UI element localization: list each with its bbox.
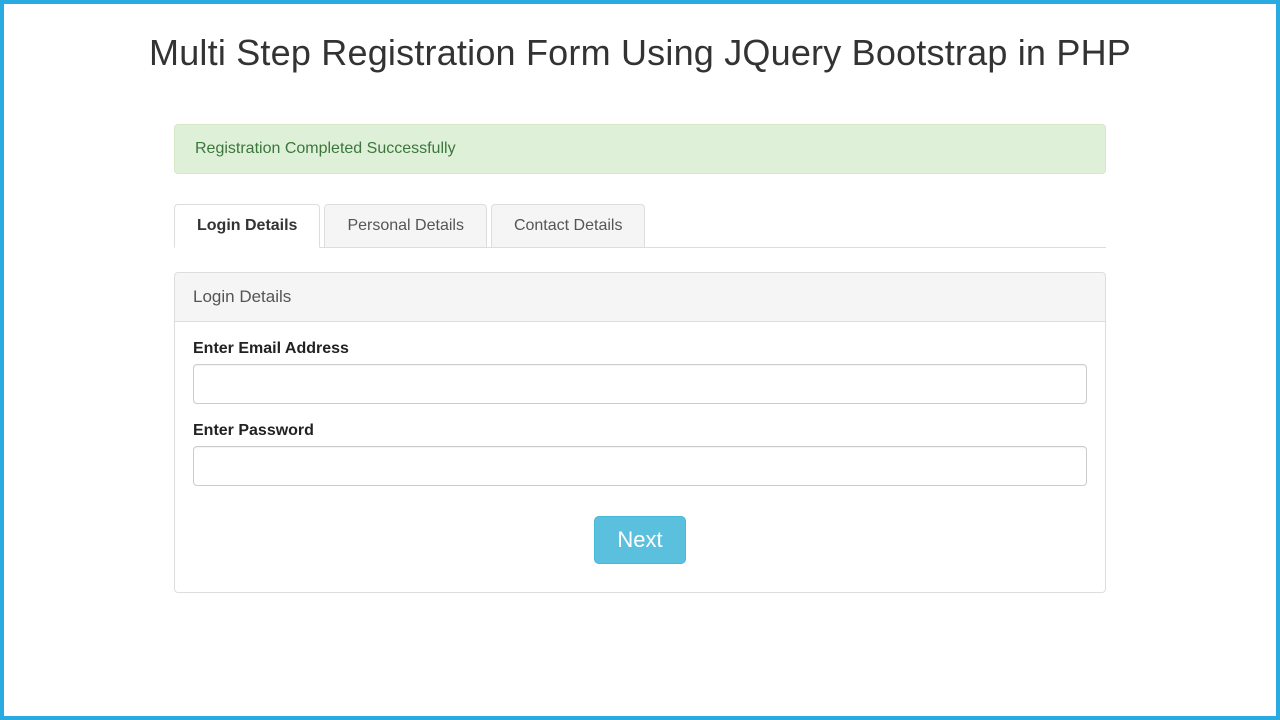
tab-login-details[interactable]: Login Details (174, 204, 320, 248)
tab-personal-details[interactable]: Personal Details (324, 204, 487, 248)
alert-success: Registration Completed Successfully (174, 124, 1106, 174)
tab-contact-details[interactable]: Contact Details (491, 204, 646, 248)
email-label: Enter Email Address (193, 340, 1087, 358)
panel-body: Enter Email Address Enter Password Next (175, 322, 1105, 592)
form-group-password: Enter Password (193, 422, 1087, 486)
page-frame: Multi Step Registration Form Using JQuer… (0, 0, 1280, 720)
password-label: Enter Password (193, 422, 1087, 440)
panel-heading: Login Details (175, 273, 1105, 322)
next-button[interactable]: Next (594, 516, 685, 564)
email-input[interactable] (193, 364, 1087, 404)
password-input[interactable] (193, 446, 1087, 486)
alert-message: Registration Completed Successfully (195, 140, 456, 157)
tab-contact-details-label[interactable]: Contact Details (491, 204, 646, 248)
page-title: Multi Step Registration Form Using JQuer… (144, 32, 1136, 74)
content-wrap: Registration Completed Successfully Logi… (144, 124, 1136, 593)
step-tabs: Login Details Personal Details Contact D… (174, 204, 1106, 248)
tab-login-details-label[interactable]: Login Details (174, 204, 320, 248)
form-group-email: Enter Email Address (193, 340, 1087, 404)
form-panel: Login Details Enter Email Address Enter … (174, 272, 1106, 593)
next-button-wrap: Next (193, 516, 1087, 564)
tab-personal-details-label[interactable]: Personal Details (324, 204, 487, 248)
